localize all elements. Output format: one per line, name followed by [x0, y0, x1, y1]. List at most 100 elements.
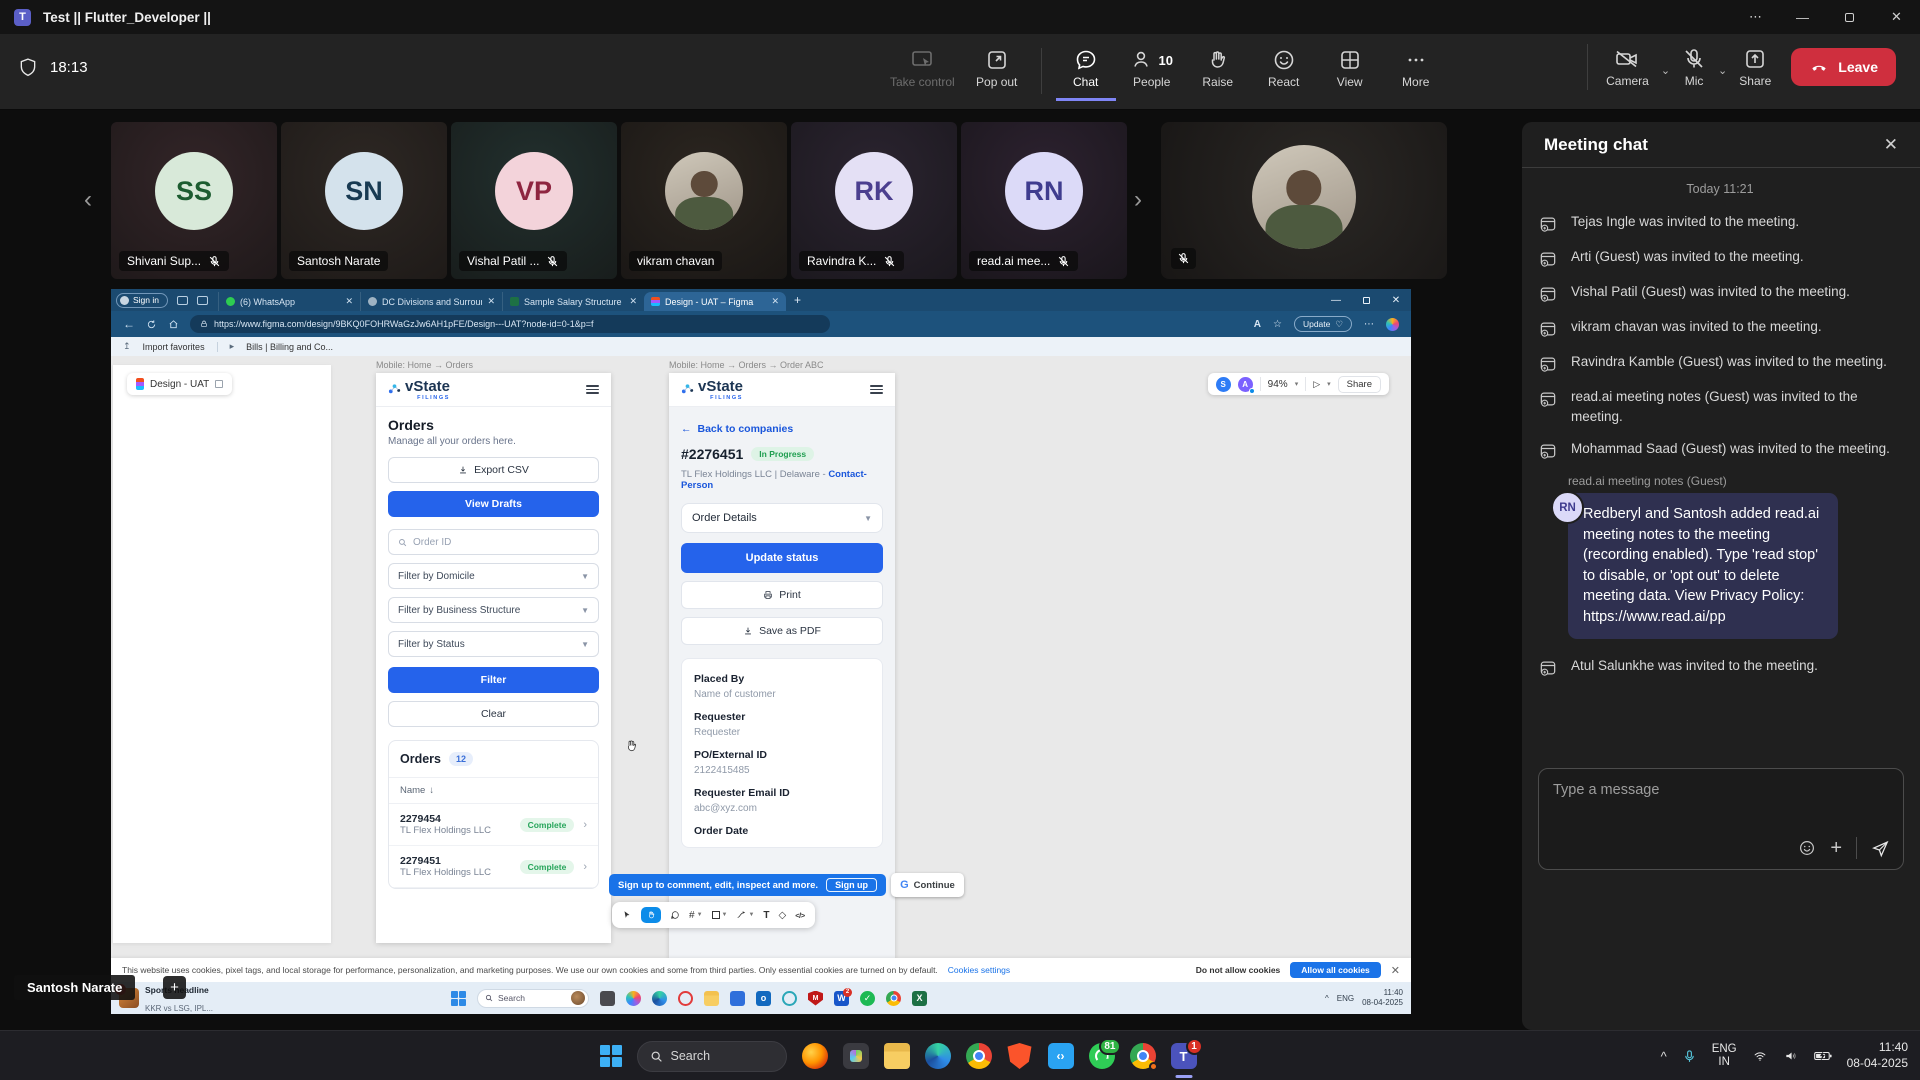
edge-icon[interactable]	[925, 1043, 951, 1069]
video-tile[interactable]: SN Santosh Narate	[281, 122, 447, 279]
start-button[interactable]	[451, 991, 466, 1006]
view-button[interactable]: View	[1320, 42, 1380, 101]
strip-scroll-left[interactable]: ‹	[84, 186, 92, 214]
tab-close-icon[interactable]: ✕	[487, 296, 495, 307]
language-indicator[interactable]: ENG	[1337, 994, 1354, 1003]
maximize-button[interactable]	[1826, 0, 1873, 34]
emoji-icon[interactable]	[1798, 839, 1816, 857]
taskbar-clock[interactable]: 11:4008-04-2025	[1847, 1040, 1908, 1071]
browser-minimize-button[interactable]: —	[1321, 289, 1351, 311]
tab-close-icon[interactable]: ✕	[345, 296, 353, 307]
video-tile[interactable]: VP Vishal Patil ...	[451, 122, 617, 279]
order-details-select[interactable]: Order Details▼	[681, 503, 883, 533]
shape-tool[interactable]: ▼	[712, 911, 728, 919]
camera-button[interactable]: Camera	[1606, 47, 1649, 88]
filter-domicile-dropdown[interactable]: Filter by Domicile▼	[388, 563, 599, 589]
volume-icon[interactable]	[1783, 1049, 1799, 1063]
edge-icon[interactable]	[652, 991, 667, 1006]
browser-settings-ellipsis-icon[interactable]: ⋯	[1364, 319, 1374, 330]
present-play-icon[interactable]: ▷	[1313, 379, 1320, 390]
cookies-settings-link[interactable]: Cookies settings	[948, 965, 1010, 975]
game-bar-icon[interactable]	[843, 1043, 869, 1069]
refresh-icon[interactable]	[146, 319, 157, 330]
widget-tool[interactable]: ◇	[779, 910, 787, 921]
collaborator-avatar[interactable]: S	[1216, 377, 1231, 392]
vscode-icon[interactable]: ‹›	[1048, 1043, 1074, 1069]
google-continue-button[interactable]: GContinue	[891, 873, 964, 897]
comment-tool[interactable]	[670, 910, 680, 920]
pop-out-button[interactable]: Pop out	[967, 42, 1027, 101]
cookie-close-icon[interactable]: ✕	[1391, 964, 1400, 977]
browser-update-button[interactable]: Update♡	[1294, 316, 1352, 332]
order-row[interactable]: 2279454TL Flex Holdings LLC Complete ›	[389, 804, 598, 846]
start-button[interactable]	[600, 1045, 622, 1067]
file-explorer-icon[interactable]	[704, 991, 719, 1006]
mic-in-use-icon[interactable]	[1682, 1048, 1697, 1065]
print-button[interactable]: Print	[681, 581, 883, 609]
collaborator-avatar[interactable]: A	[1238, 377, 1253, 392]
chat-message-input[interactable]: Type a message +	[1538, 768, 1904, 870]
shared-taskbar-tray[interactable]: ^ ENG 11:4008-04-2025	[1325, 988, 1403, 1008]
take-control-button[interactable]: Take control	[884, 42, 961, 101]
tab-close-icon[interactable]: ✕	[629, 296, 637, 307]
camera-options-chevron[interactable]: ⌄	[1661, 64, 1670, 77]
clear-button[interactable]: Clear	[388, 701, 599, 727]
browser-close-button[interactable]: ✕	[1381, 289, 1411, 311]
chat-button[interactable]: Chat	[1056, 42, 1116, 101]
people-button[interactable]: 10 People	[1122, 42, 1182, 101]
zoom-chevron-icon[interactable]: ▾	[1295, 380, 1299, 388]
update-status-button[interactable]: Update status	[681, 543, 883, 573]
import-favorites-link[interactable]: Import favorites	[143, 342, 205, 352]
react-button[interactable]: React	[1254, 42, 1314, 101]
sign-up-button[interactable]: Sign up	[826, 878, 877, 892]
save-pdf-button[interactable]: Save as PDF	[681, 617, 883, 645]
wifi-icon[interactable]	[1752, 1050, 1768, 1063]
frame-label[interactable]: Mobile: Home → Orders	[376, 360, 473, 370]
filter-business-structure-dropdown[interactable]: Filter by Business Structure▼	[388, 597, 599, 623]
tray-chevron-icon[interactable]: ^	[1325, 994, 1329, 1003]
hand-tool-active[interactable]	[641, 907, 661, 923]
home-icon[interactable]	[168, 319, 179, 330]
more-button[interactable]: More	[1386, 42, 1446, 101]
teams-icon[interactable]: T1	[1171, 1043, 1197, 1069]
filter-button[interactable]: Filter	[388, 667, 599, 693]
tab-dc-divisions[interactable]: DC Divisions and Surroundings ✕	[360, 292, 502, 311]
browser-signin-button[interactable]: Sign in	[116, 293, 168, 308]
copilot-icon[interactable]	[1386, 318, 1399, 331]
column-header-name[interactable]: Name	[400, 785, 425, 796]
taskbar-search-input[interactable]: Search	[477, 989, 589, 1008]
tab-close-icon[interactable]: ✕	[771, 296, 779, 307]
order-id-search-input[interactable]: Order ID	[388, 529, 599, 555]
url-field[interactable]: https://www.figma.com/design/9BKQ0FOHRWa…	[190, 315, 830, 333]
outlook-icon[interactable]: o	[756, 991, 771, 1006]
figma-frame-partial[interactable]	[113, 365, 331, 943]
close-button[interactable]: ✕	[1873, 0, 1920, 34]
video-tile[interactable]: SS Shivani Sup...	[111, 122, 277, 279]
mic-options-chevron[interactable]: ⌄	[1718, 64, 1727, 77]
deny-cookies-button[interactable]: Do not allow cookies	[1196, 965, 1281, 975]
send-icon[interactable]	[1871, 839, 1890, 858]
firefox-icon[interactable]	[802, 1043, 828, 1069]
connector-tool[interactable]: ▼	[736, 910, 754, 920]
view-drafts-button[interactable]: View Drafts	[388, 491, 599, 517]
strip-scroll-right[interactable]: ›	[1134, 186, 1142, 214]
word-icon[interactable]: W2	[834, 991, 849, 1006]
file-explorer-icon[interactable]	[884, 1043, 910, 1069]
figma-doc-pill[interactable]: Design - UAT	[127, 373, 232, 395]
obs-icon[interactable]	[782, 991, 797, 1006]
favorites-star-icon[interactable]: ☆	[1273, 319, 1282, 330]
video-tile[interactable]: RN read.ai mee...	[961, 122, 1127, 279]
chevron-right-icon[interactable]: ›	[583, 861, 587, 873]
copilot-icon[interactable]	[626, 991, 641, 1006]
move-tool[interactable]	[622, 910, 632, 920]
attach-plus-icon[interactable]: +	[1830, 838, 1842, 858]
order-row[interactable]: 2279451TL Flex Holdings LLC Complete ›	[389, 846, 598, 888]
hamburger-menu-icon[interactable]	[870, 385, 883, 394]
text-tool[interactable]: T	[763, 910, 769, 921]
store-icon[interactable]	[730, 991, 745, 1006]
tab-salary-sheet[interactable]: Sample Salary Structure with calc ✕	[502, 292, 644, 311]
brave-icon[interactable]	[1007, 1043, 1033, 1069]
browser-restore-button[interactable]	[1351, 289, 1381, 311]
pin-overlay-button[interactable]: +	[163, 976, 186, 999]
workspaces-icon[interactable]	[177, 296, 188, 305]
